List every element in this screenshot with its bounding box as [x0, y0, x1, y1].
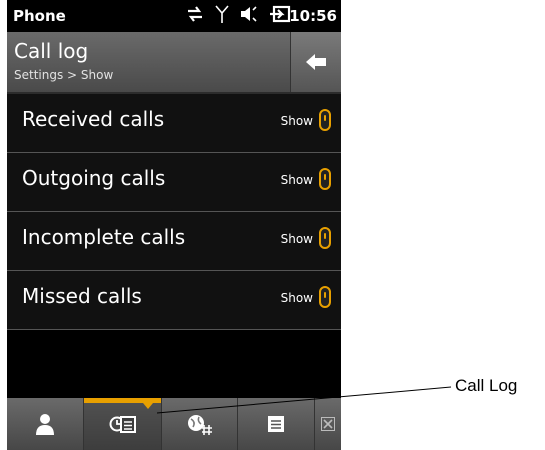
- callout-label: Call Log: [455, 376, 518, 395]
